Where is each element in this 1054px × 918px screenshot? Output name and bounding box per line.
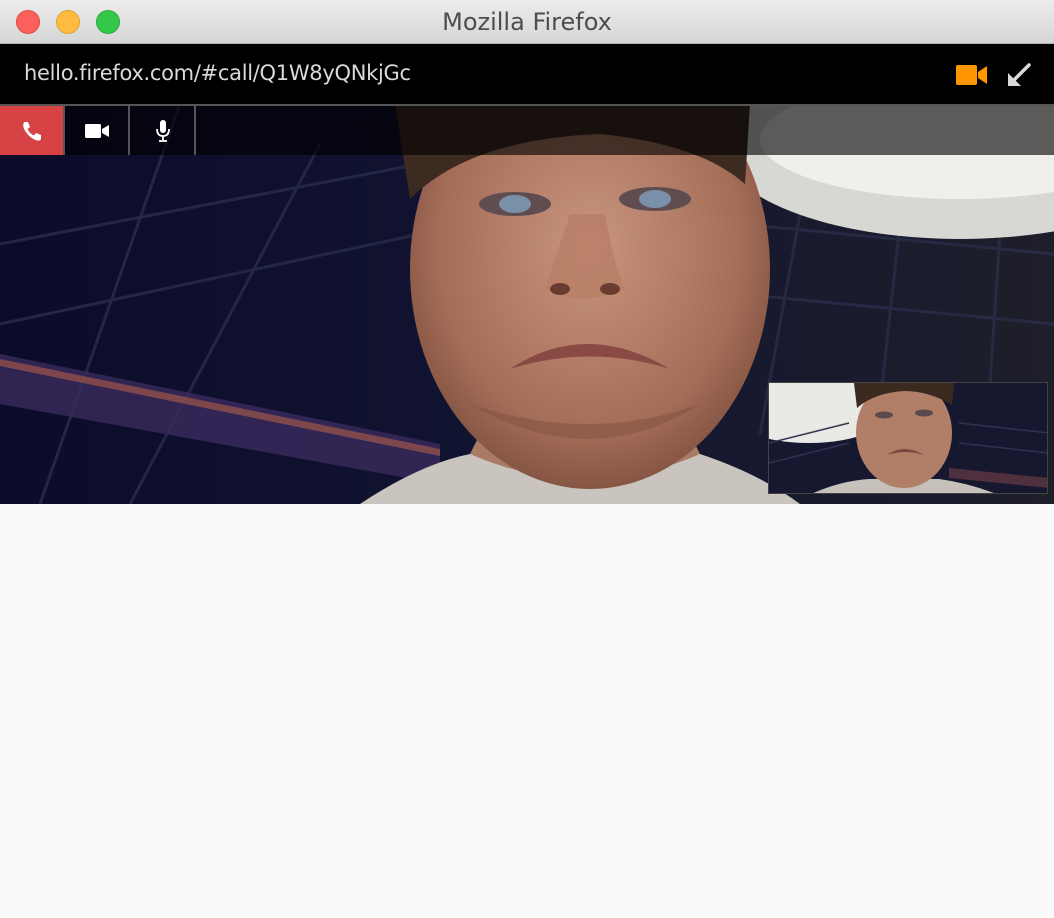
- phone-icon: [22, 121, 41, 141]
- firefox-hello-window: Mozilla Firefox hello.firefox.com/#call/…: [0, 0, 1054, 918]
- call-controls-bar: [0, 104, 1054, 155]
- local-video-preview[interactable]: [768, 382, 1048, 494]
- toggle-video-button[interactable]: [65, 106, 130, 155]
- hangup-button[interactable]: [0, 106, 65, 155]
- local-video-frame: [769, 383, 1047, 493]
- arrow-down-left-icon[interactable]: [1006, 62, 1032, 88]
- conversation-panel: [0, 504, 1054, 918]
- call-url-bar: hello.firefox.com/#call/Q1W8yQNkjGc: [0, 44, 1054, 104]
- toggle-microphone-button[interactable]: [131, 106, 196, 155]
- window-title: Mozilla Firefox: [442, 8, 612, 36]
- window-titlebar: Mozilla Firefox: [0, 0, 1054, 44]
- video-camera-icon: [84, 123, 109, 138]
- call-url[interactable]: hello.firefox.com/#call/Q1W8yQNkjGc: [24, 61, 411, 85]
- video-camera-icon: [956, 65, 987, 85]
- microphone-icon: [155, 119, 170, 142]
